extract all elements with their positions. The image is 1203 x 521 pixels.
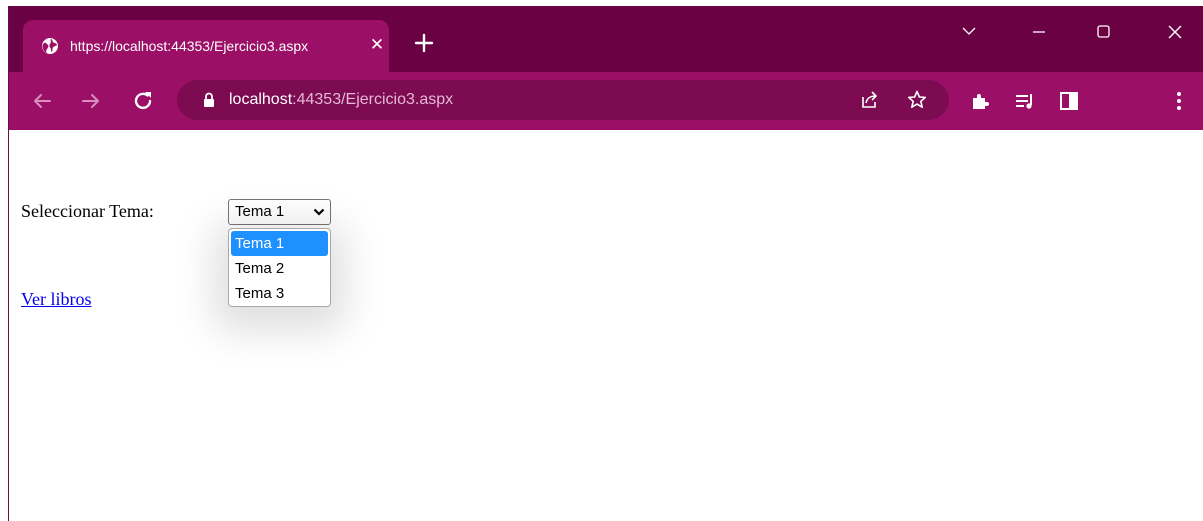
star-icon[interactable] — [905, 88, 929, 112]
lock-icon[interactable] — [199, 90, 219, 110]
maximize-icon[interactable] — [1080, 18, 1126, 46]
plus-icon[interactable] — [412, 31, 436, 55]
theme-label: Seleccionar Tema: — [21, 201, 154, 221]
view-books-link[interactable]: Ver libros — [21, 288, 92, 310]
reload-icon[interactable] — [131, 89, 155, 113]
back-icon[interactable] — [30, 89, 54, 113]
tab-close-button[interactable]: ✕ — [367, 35, 387, 55]
theme-select[interactable]: Tema 1 — [228, 199, 331, 225]
globe-icon — [42, 38, 58, 54]
browser-tab[interactable]: https://localhost:44353/Ejercicio3.aspx … — [23, 20, 389, 72]
dropdown-option[interactable]: Tema 3 — [231, 281, 328, 306]
page-content: Seleccionar Tema: Tema 1 Tema 1 Tema 2 T… — [9, 130, 1203, 521]
menu-icon[interactable] — [1167, 89, 1191, 113]
tab-title-fade — [327, 34, 363, 58]
dropdown-option[interactable]: Tema 1 — [231, 231, 328, 256]
tab-title: https://localhost:44353/Ejercicio3.aspx — [70, 38, 309, 54]
toolbar: localhost:44353/Ejercicio3.aspx — [9, 72, 1203, 130]
side-panel-icon[interactable] — [1057, 89, 1081, 113]
share-icon[interactable] — [857, 88, 881, 112]
chevron-down-icon — [313, 208, 325, 216]
media-icon[interactable] — [1013, 89, 1037, 113]
address-bar[interactable]: localhost:44353/Ejercicio3.aspx — [177, 80, 949, 120]
extensions-icon[interactable] — [969, 89, 993, 113]
dropdown-option[interactable]: Tema 2 — [231, 256, 328, 281]
close-icon[interactable] — [1152, 18, 1198, 46]
minimize-icon[interactable] — [1016, 18, 1062, 46]
theme-select-value: Tema 1 — [235, 203, 285, 220]
browser-window: https://localhost:44353/Ejercicio3.aspx … — [8, 6, 1203, 521]
url-text[interactable]: localhost:44353/Ejercicio3.aspx — [229, 90, 453, 110]
forward-icon[interactable] — [79, 89, 103, 113]
theme-dropdown-list: Tema 1 Tema 2 Tema 3 — [228, 228, 331, 307]
url-path: :44353/Ejercicio3.aspx — [292, 91, 454, 108]
title-bar: https://localhost:44353/Ejercicio3.aspx … — [9, 6, 1203, 72]
url-host: localhost — [229, 91, 293, 108]
chevron-down-icon[interactable] — [946, 18, 992, 46]
